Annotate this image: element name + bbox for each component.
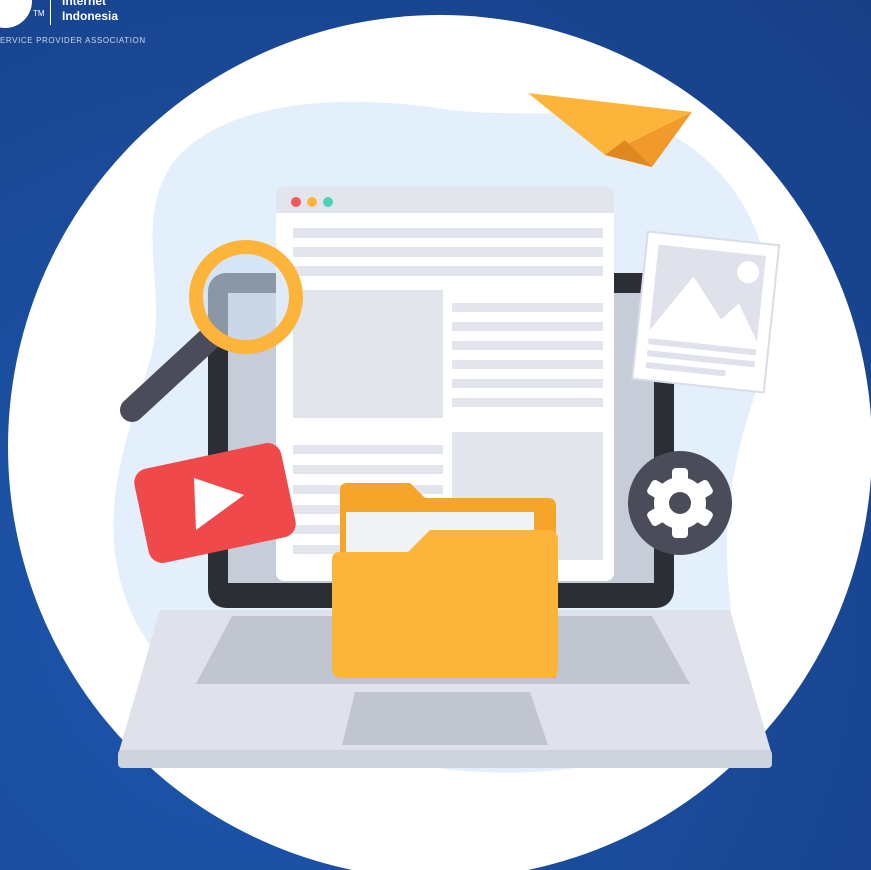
folder-icon	[332, 483, 558, 678]
window-close-dot	[291, 197, 301, 207]
window-minimize-dot	[307, 197, 317, 207]
gear-icon	[628, 451, 732, 555]
image-icon	[631, 230, 781, 394]
background: TM Internet Indonesia ERVICE PROVIDER AS…	[0, 0, 871, 870]
window-maximize-dot	[323, 197, 333, 207]
illustration	[8, 15, 871, 870]
